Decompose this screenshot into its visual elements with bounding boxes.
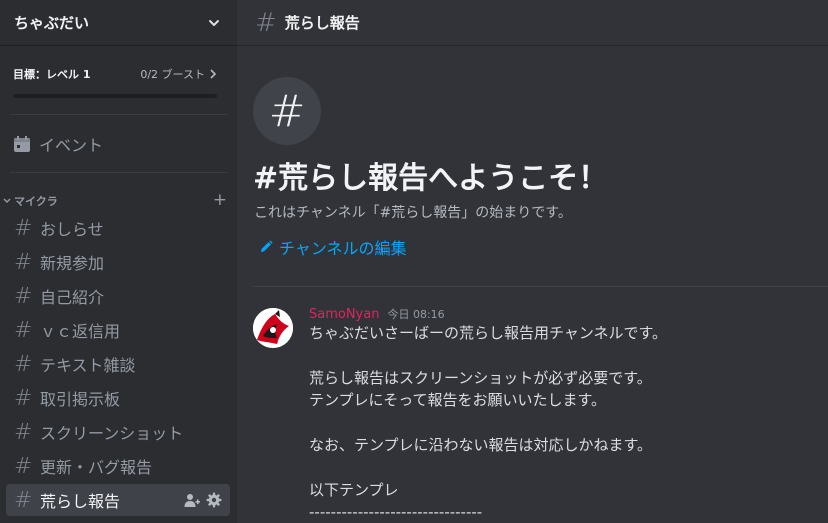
chevron-down-icon xyxy=(3,198,11,203)
avatar[interactable] xyxy=(253,308,293,348)
welcome-subtitle: これはチャンネル「#荒らし報告」の始まりです。 xyxy=(254,205,572,221)
hash-icon: # xyxy=(14,453,33,479)
message-divider xyxy=(253,286,828,287)
server-header[interactable]: ちゃぶだい xyxy=(0,0,237,46)
channel-sidebar: ちゃぶだい 目標：レベル 1 0/2 ブースト イベント マイクラ + # おし… xyxy=(0,0,237,523)
channel-item[interactable]: # テキスト雑談 xyxy=(6,348,230,380)
message-line: ちゃぶだいさーばーの荒らし報告用チャンネルです。 xyxy=(309,324,668,342)
message-author[interactable]: SamoNyan xyxy=(309,307,379,322)
boost-count: 0/2 ブースト xyxy=(140,68,205,81)
message-line xyxy=(309,344,809,366)
channel-label: 自己紹介 xyxy=(40,288,105,307)
hash-icon: # xyxy=(14,487,33,513)
hash-icon: # xyxy=(14,249,33,275)
message-line xyxy=(309,456,809,478)
channel-label: テキスト雑談 xyxy=(40,356,136,375)
hash-icon: # xyxy=(14,351,33,377)
divider xyxy=(10,172,228,173)
add-channel-icon[interactable]: + xyxy=(213,192,227,209)
avatar-image xyxy=(253,308,293,348)
hash-icon: # xyxy=(14,419,33,445)
channel-item-active[interactable]: # 荒らし報告 xyxy=(6,484,230,516)
channel-item[interactable]: # 取引掲示板 xyxy=(6,382,230,414)
hash-icon: # xyxy=(255,7,277,38)
category-name: マイクラ xyxy=(14,194,58,208)
channel-item[interactable]: # ｖｃ返信用 xyxy=(6,314,230,346)
chevron-down-icon xyxy=(209,19,219,26)
chevron-right-icon xyxy=(210,69,217,79)
channel-label: 荒らし報告 xyxy=(40,492,121,511)
invite-members-icon[interactable] xyxy=(184,492,200,508)
channel-label: ｖｃ返信用 xyxy=(40,322,121,341)
hash-icon: # xyxy=(14,215,33,241)
channel-title: 荒らし報告 xyxy=(284,14,360,32)
message-line: テンプレにそって報告をお願いいたします。 xyxy=(309,391,607,410)
channel-label: 新規参加 xyxy=(40,254,105,273)
message-line: なお、テンプレに沿わない報告は対応しかねます。 xyxy=(309,435,653,454)
events-label: イベント xyxy=(39,136,104,155)
channel-item[interactable]: # おしらせ xyxy=(6,212,230,244)
channel-item[interactable]: # スクリーンショット xyxy=(6,416,230,448)
message-line xyxy=(309,412,809,434)
welcome-title: #荒らし報告へようこそ！ xyxy=(253,161,609,196)
channel-label: 更新・バグ報告 xyxy=(40,458,153,477)
channel-hash-icon: # xyxy=(253,77,321,145)
hash-icon: # xyxy=(14,317,33,343)
message-line: -------------------------------- xyxy=(309,503,483,522)
calendar-icon xyxy=(14,136,30,152)
divider xyxy=(10,114,228,115)
events-item[interactable]: イベント xyxy=(13,132,103,156)
hash-icon: # xyxy=(14,283,33,309)
channel-topbar: # 荒らし報告 xyxy=(237,0,828,46)
edit-channel-link[interactable]: チャンネルの編集 xyxy=(259,235,407,259)
channel-label: おしらせ xyxy=(40,220,104,239)
hash-icon: # xyxy=(14,385,33,411)
channel-item[interactable]: # 更新・バグ報告 xyxy=(6,450,230,482)
channel-label: 取引掲示板 xyxy=(40,390,121,409)
category-header[interactable]: マイクラ + xyxy=(2,192,227,209)
message-timestamp: 今日 08:16 xyxy=(387,308,445,321)
message-line: 以下テンプレ xyxy=(309,480,399,499)
main-content: # 荒らし報告 # #荒らし報告へようこそ！ これはチャンネル「#荒らし報告」の… xyxy=(237,0,828,523)
message-line: 荒らし報告はスクリーンショットが必ず必要です。 xyxy=(309,368,652,387)
gear-icon[interactable] xyxy=(206,492,222,508)
channel-label: スクリーンショット xyxy=(40,424,184,443)
channel-list: # おしらせ # 新規参加 # 自己紹介 # ｖｃ返信用 # テキスト雑談 # 取引掲示板 … xyxy=(6,212,230,518)
boost-goal-label: 目標：レベル 1 xyxy=(13,68,91,81)
channel-item[interactable]: # 新規参加 xyxy=(6,246,230,278)
edit-channel-label: チャンネルの編集 xyxy=(279,239,407,258)
boost-progress-bar xyxy=(13,94,217,98)
boost-goal[interactable]: 目標：レベル 1 0/2 ブースト xyxy=(13,66,217,98)
channel-item[interactable]: # 自己紹介 xyxy=(6,280,230,312)
pencil-icon xyxy=(261,240,273,252)
server-name: ちゃぶだい xyxy=(14,14,90,32)
